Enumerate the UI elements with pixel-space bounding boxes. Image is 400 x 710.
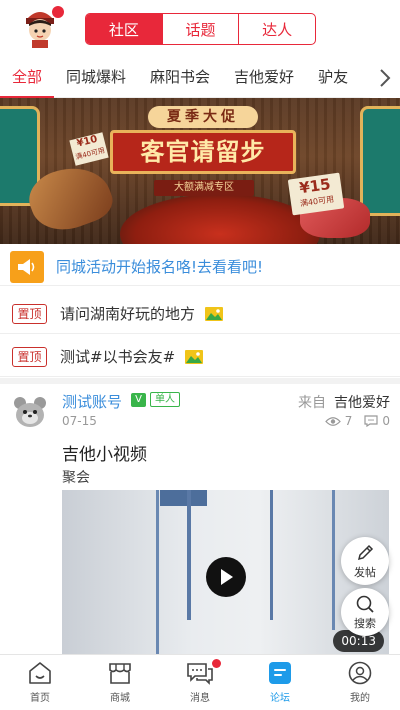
messages-unread-dot bbox=[212, 659, 221, 668]
pinned-post[interactable]: 置顶 测试#以书会友# bbox=[0, 337, 400, 377]
nav-forum[interactable]: 论坛 bbox=[240, 655, 320, 710]
pinned-post-title: 请问湖南好玩的地方 bbox=[60, 305, 196, 323]
post-title[interactable]: 吉他小视频 bbox=[62, 440, 147, 465]
category-tab-all[interactable]: 全部 bbox=[0, 58, 55, 98]
category-tab-travel[interactable]: 驴友 bbox=[306, 58, 360, 98]
image-icon bbox=[185, 349, 204, 364]
search-icon bbox=[356, 595, 374, 613]
announcement-bar[interactable]: 同城活动开始报名咯!去看看吧! bbox=[0, 248, 400, 286]
role-badge: 单人 bbox=[150, 392, 180, 407]
nav-home-label: 首页 bbox=[30, 693, 50, 704]
bottom-nav: 首页 商城 消息 论坛 我的 bbox=[0, 654, 400, 710]
video-thumbnail-detail bbox=[160, 490, 207, 506]
pinned-post[interactable]: 置顶 请问湖南好玩的地方 bbox=[0, 294, 400, 334]
post-video[interactable]: 00:13 bbox=[62, 490, 389, 655]
segment-experts[interactable]: 达人 bbox=[238, 14, 315, 44]
comment-icon bbox=[364, 415, 378, 427]
forum-icon bbox=[269, 662, 291, 684]
play-button[interactable] bbox=[206, 557, 246, 597]
comment-count: 0 bbox=[364, 414, 390, 428]
verified-badge: V bbox=[131, 393, 146, 407]
eye-icon bbox=[324, 416, 341, 426]
chevron-right-icon bbox=[380, 69, 391, 87]
post-source-value: 吉他爱好 bbox=[334, 395, 390, 411]
category-tabs: 全部 同城爆料 麻阳书会 吉他爱好 驴友 bbox=[0, 58, 400, 98]
section-divider bbox=[0, 378, 400, 384]
nav-home[interactable]: 首页 bbox=[0, 655, 80, 710]
profile-icon bbox=[348, 661, 372, 685]
top-bar: 社区 话题 达人 bbox=[0, 0, 400, 55]
post-author-avatar[interactable] bbox=[12, 394, 48, 430]
home-icon bbox=[29, 662, 51, 684]
pinned-post-title: 测试#以书会友# bbox=[60, 348, 176, 366]
post-date: 07-15 bbox=[62, 414, 97, 428]
forum-page: 社区 话题 达人 全部 同城爆料 麻阳书会 吉他爱好 驴友 ¥10 满40可用 … bbox=[0, 0, 400, 710]
pen-icon bbox=[357, 544, 374, 560]
post-content: 聚会 bbox=[62, 470, 90, 486]
category-tab-guitar[interactable]: 吉他爱好 bbox=[222, 58, 306, 98]
image-icon bbox=[205, 306, 224, 321]
pinned-badge: 置顶 bbox=[12, 303, 47, 324]
nav-mall-label: 商城 bbox=[110, 693, 130, 704]
play-icon bbox=[221, 569, 233, 585]
chat-icon bbox=[187, 663, 213, 685]
category-tab-book-club[interactable]: 麻阳书会 bbox=[138, 58, 222, 98]
banner-top-text: 夏季大促 bbox=[148, 106, 258, 128]
pinned-badge: 置顶 bbox=[12, 346, 47, 367]
search-button[interactable]: 搜索 bbox=[341, 588, 389, 636]
segment-community[interactable]: 社区 bbox=[86, 14, 162, 44]
notification-dot bbox=[52, 6, 64, 18]
comment-count-value: 0 bbox=[382, 414, 390, 428]
video-thumbnail-detail bbox=[187, 490, 191, 620]
nav-messages[interactable]: 消息 bbox=[160, 655, 240, 710]
section-switcher: 社区 话题 达人 bbox=[85, 13, 316, 45]
promo-banner[interactable]: ¥10 满40可用 夏季大促 客官请留步 大额满减专区 ¥15 满40可用 bbox=[0, 98, 400, 244]
video-thumbnail-detail bbox=[270, 490, 273, 620]
search-label: 搜索 bbox=[354, 616, 376, 630]
nav-profile[interactable]: 我的 bbox=[320, 655, 400, 710]
post-source[interactable]: 来自 吉他爱好 bbox=[298, 392, 390, 412]
nav-forum-label: 论坛 bbox=[270, 693, 290, 704]
category-tab-local-news[interactable]: 同城爆料 bbox=[54, 58, 138, 98]
nav-messages-label: 消息 bbox=[190, 693, 210, 704]
category-more-button[interactable] bbox=[370, 58, 400, 98]
video-thumbnail-detail bbox=[332, 490, 335, 630]
post-source-label: 来自 bbox=[298, 395, 326, 411]
banner-main-text: 客官请留步 bbox=[110, 130, 296, 174]
nav-profile-label: 我的 bbox=[350, 693, 370, 704]
announcement-text: 同城活动开始报名咯!去看看吧! bbox=[56, 258, 264, 276]
banner-sign-right bbox=[360, 106, 400, 216]
new-post-label: 发帖 bbox=[354, 565, 376, 579]
banner-sub-text: 大额满减专区 bbox=[154, 180, 254, 196]
post-stats: 7 0 bbox=[313, 414, 390, 428]
new-post-button[interactable]: 发帖 bbox=[341, 537, 389, 585]
post-author-name[interactable]: 测试账号 bbox=[62, 391, 122, 412]
banner-price-tag-right: ¥15 满40可用 bbox=[287, 172, 345, 216]
megaphone-icon bbox=[10, 250, 44, 283]
store-icon bbox=[109, 663, 131, 684]
view-count: 7 bbox=[324, 414, 353, 428]
view-count-value: 7 bbox=[344, 414, 353, 428]
nav-mall[interactable]: 商城 bbox=[80, 655, 160, 710]
video-thumbnail-detail bbox=[156, 490, 159, 655]
segment-topics[interactable]: 话题 bbox=[161, 14, 239, 44]
